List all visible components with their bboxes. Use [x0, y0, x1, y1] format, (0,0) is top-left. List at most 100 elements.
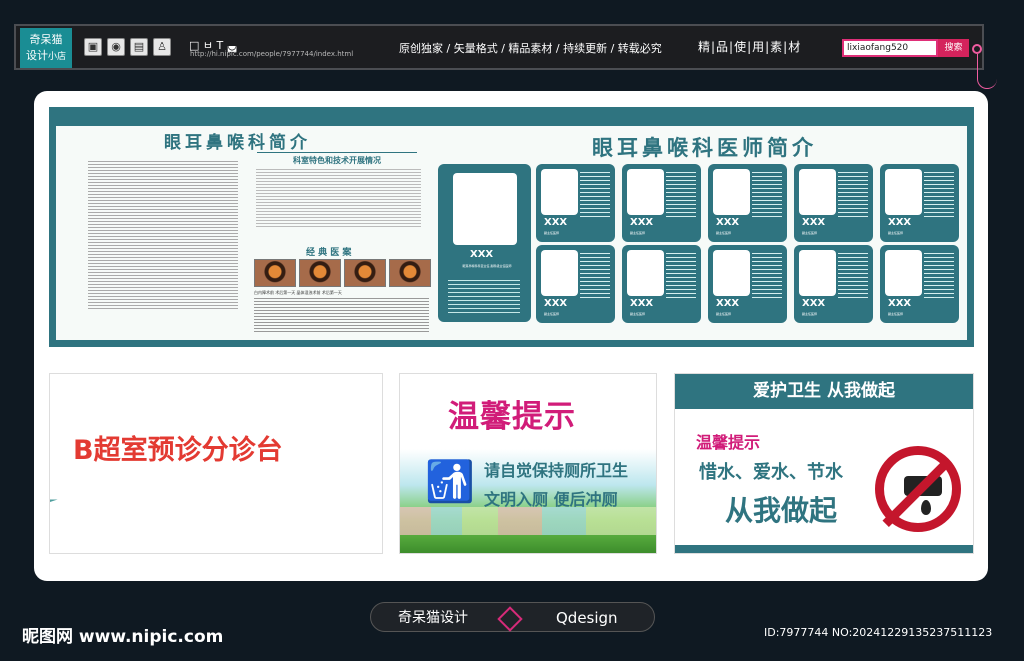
doctor-name: XXX: [802, 298, 826, 309]
doctor-name: XXX: [888, 217, 912, 228]
doctor-photo-placeholder: [453, 173, 517, 245]
care-big-text: 从我做起: [725, 494, 838, 527]
doctor-text-lines: [924, 172, 954, 219]
logo-sub-text: 小店: [47, 52, 66, 62]
gift-icon[interactable]: ▣: [84, 38, 102, 56]
doctor-text-lines: [752, 253, 782, 300]
water-drop-icon: [921, 500, 931, 515]
preview-card: 眼耳鼻喉科简介 眼耳鼻喉科医师简介 科室特色和技术开展情况 经 典 医 案 白内…: [34, 91, 988, 581]
quality-text: 精|品|使|用|素|材: [698, 40, 802, 54]
logo-text-line1: 奇呆猫: [29, 33, 63, 46]
footer-id-text: ID:7977744 NO:20241229135237511123: [764, 626, 993, 639]
doctor-photo-placeholder: [541, 250, 578, 296]
doctor-photo-placeholder: [713, 250, 750, 296]
doctor-card: XXX 副主任医师: [708, 245, 787, 323]
case-title: 经 典 医 案: [306, 248, 352, 258]
case-images: [254, 259, 431, 287]
tip-line-one: 请自觉保持厕所卫生: [484, 461, 629, 480]
doctor-card: XXX 副主任医师: [622, 164, 701, 242]
search-input[interactable]: lixiaofang520: [842, 39, 938, 57]
doctor-card: XXX 副主任医师: [622, 245, 701, 323]
doctor-photo-placeholder: [713, 169, 750, 215]
doctor-text-lines: [838, 172, 868, 219]
toolbar-icons: ▣ ◉ ▤ ♙: [84, 38, 171, 56]
doctor-title: 副主任医师: [888, 312, 904, 316]
faucet-icon: [904, 476, 942, 496]
clipboard-icon[interactable]: ▤: [130, 38, 148, 56]
board-top-band: [56, 114, 967, 126]
text-lines: [88, 161, 238, 311]
water-saving-sign: 爱护卫生 从我做起 温馨提示 惜水、爱水、节水 从我做起: [674, 373, 974, 554]
eye-case-image: [299, 259, 341, 287]
footer-brand-pill: 奇呆猫设计 Qdesign: [370, 602, 655, 632]
pink-pin-icon: [972, 44, 982, 54]
diamond-icon: [497, 606, 523, 632]
doctor-name: XXX: [630, 217, 654, 228]
doctor-text-lines: [838, 253, 868, 300]
trash-person-icon: 🚮: [425, 459, 475, 505]
doctor-card: XXX 副主任医师: [794, 245, 873, 323]
doctor-text-lines: [752, 172, 782, 219]
doctor-name: XXX: [888, 298, 912, 309]
top-toolbar: 奇呆猫 设计小店 ▣ ◉ ▤ ♙ □ ㅂ T ◛ http://hi.nipic…: [14, 24, 984, 70]
doctor-text-lines: [666, 172, 696, 219]
pink-string-decoration: [977, 54, 997, 89]
doctor-title: 副主任医师: [630, 231, 646, 235]
b-ultrasound-sign: B超室预诊分诊台: [49, 373, 383, 554]
case-text-lines: [254, 298, 429, 332]
doctor-text-lines: [580, 253, 610, 300]
doctor-name: XXX: [544, 298, 568, 309]
doctor-title: 副主任医师: [802, 312, 818, 316]
doctor-title: 副主任医师: [544, 312, 560, 316]
doctor-name: XXX: [630, 298, 654, 309]
care-title: 爱护卫生 从我做起: [675, 374, 973, 409]
eye-case-image: [344, 259, 386, 287]
doctor-photo-placeholder: [885, 169, 922, 215]
doctor-text-lines: [924, 253, 954, 300]
care-tip-title: 温馨提示: [696, 433, 761, 452]
doctor-card: XXX 副主任医师: [880, 245, 959, 323]
brand-logo: 奇呆猫 设计小店: [20, 28, 72, 68]
main-doctor-card: XXX 眼耳鼻喉科科室主任 副科级主任医师: [438, 164, 531, 322]
doctor-text-lines: [580, 172, 610, 219]
flask-icon[interactable]: ♙: [153, 38, 171, 56]
doctor-title: 副主任医师: [630, 312, 646, 316]
doctor-card: XXX 副主任医师: [536, 164, 615, 242]
water-saving-text: 惜水、爱水、节水: [699, 462, 843, 483]
doctor-card: XXX 副主任医师: [708, 164, 787, 242]
footer-brand-text: Qdesign: [556, 609, 618, 627]
page-url[interactable]: http://hi.nipic.com/people/7977744/index…: [190, 50, 353, 58]
care-bottom-stripe: [675, 545, 973, 553]
doctor-title: 副主任医师: [888, 231, 904, 235]
doctor-photo-placeholder: [627, 250, 664, 296]
eye-case-image: [389, 259, 431, 287]
feature-text-lines: [256, 169, 421, 229]
left-board-title: 眼耳鼻喉科简介: [164, 133, 311, 153]
right-board-title: 眼耳鼻喉科医师简介: [592, 136, 817, 160]
doctor-text-lines: [666, 253, 696, 300]
doctor-photo-placeholder: [799, 250, 836, 296]
eye-case-image: [254, 259, 296, 287]
footer-logo-text: 奇呆猫设计: [398, 610, 468, 626]
doctor-title: 副主任医师: [716, 231, 732, 235]
doctor-card: XXX 副主任医师: [794, 164, 873, 242]
doctor-photo-placeholder: [885, 250, 922, 296]
tip-title: 温馨提示: [448, 399, 576, 435]
case-caption: 白内障术前 术后第一天 晶体混浊术前 术后第一天: [254, 290, 342, 295]
main-doctor-name: XXX: [470, 249, 494, 260]
doctor-name: XXX: [716, 217, 740, 228]
doctor-card: XXX 副主任医师: [536, 245, 615, 323]
doctor-card: XXX 副主任医师: [880, 164, 959, 242]
doctor-photo-placeholder: [799, 169, 836, 215]
doctor-name: XXX: [716, 298, 740, 309]
slogan-text: 原创独家 / 矢量格式 / 精品素材 / 持续更新 / 转载必究: [399, 42, 662, 55]
doctor-title: 副主任医师: [802, 231, 818, 235]
no-water-icon: [875, 446, 961, 532]
doctor-photo-placeholder: [627, 169, 664, 215]
doctor-name: XXX: [544, 217, 568, 228]
main-doctor-text-lines: [448, 280, 520, 315]
search-button[interactable]: 搜索: [938, 39, 969, 57]
ent-board: 眼耳鼻喉科简介 眼耳鼻喉科医师简介 科室特色和技术开展情况 经 典 医 案 白内…: [49, 107, 974, 347]
placeholder-text-block: [88, 161, 238, 311]
camera-icon[interactable]: ◉: [107, 38, 125, 56]
